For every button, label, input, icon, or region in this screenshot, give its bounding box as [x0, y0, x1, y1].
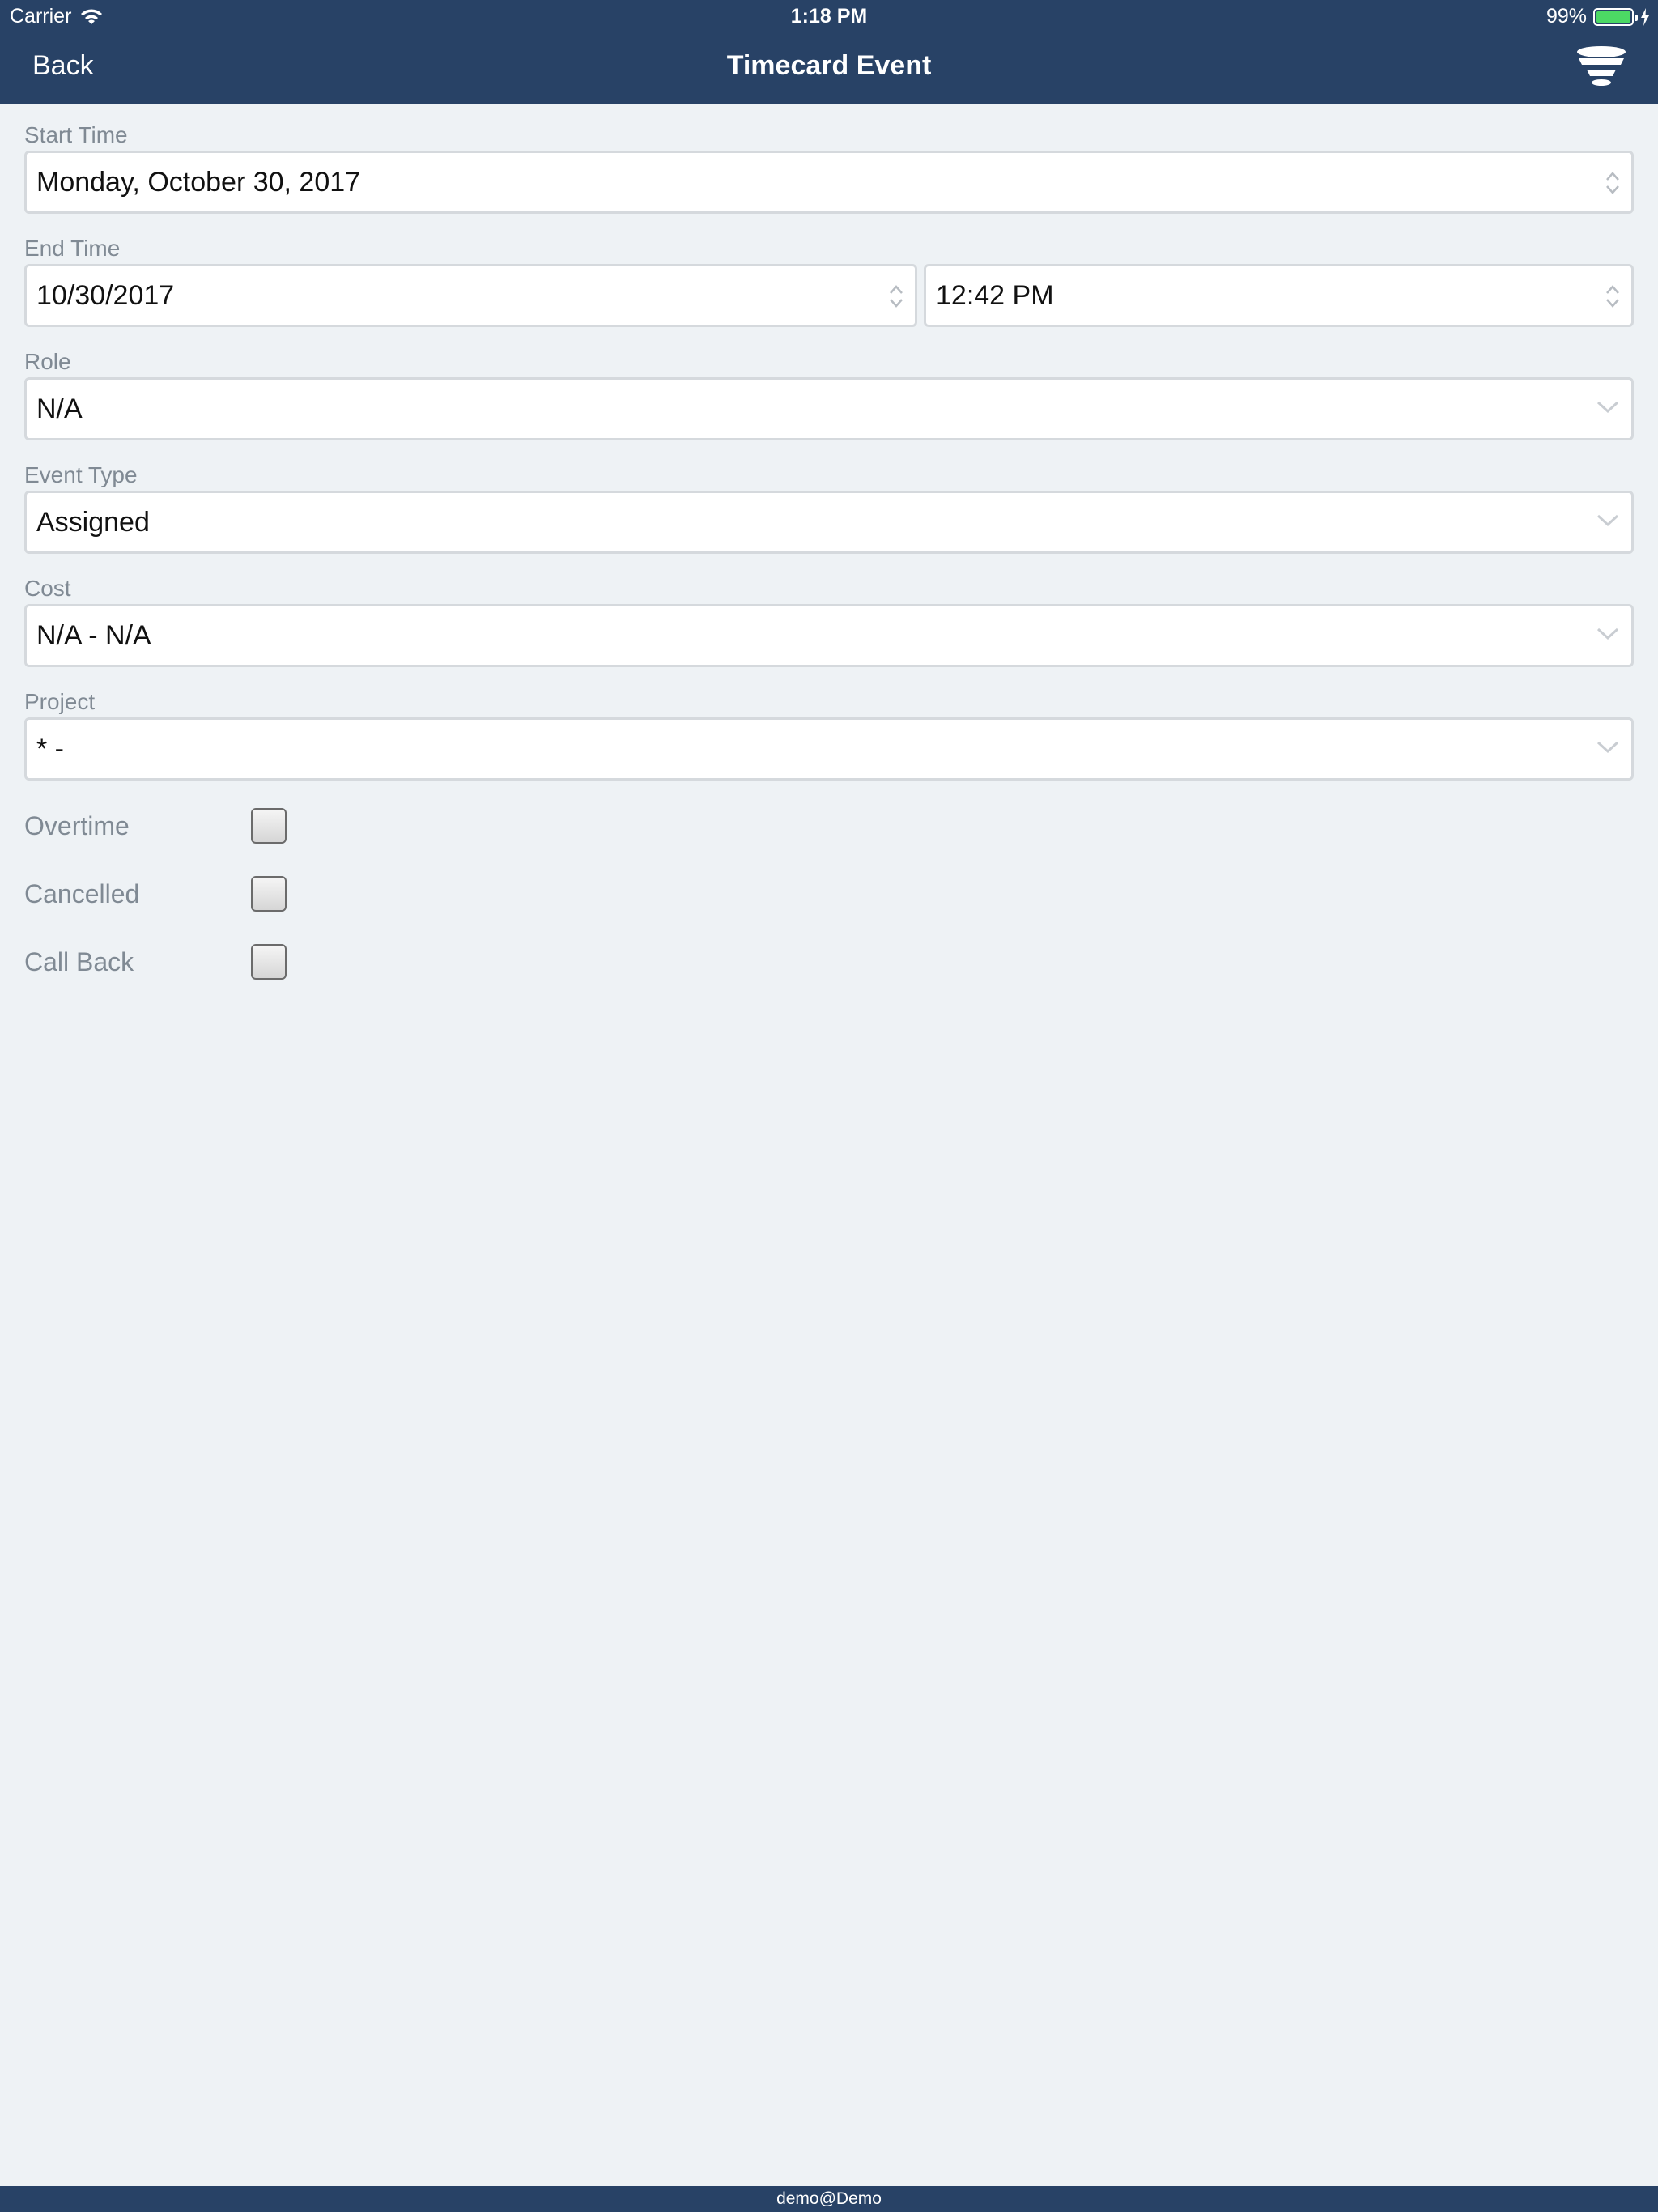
end-time-value: 12:42 PM [936, 280, 1054, 311]
chevron-down-icon [1596, 514, 1619, 527]
cost-select[interactable]: N/A - N/A [24, 604, 1634, 667]
project-select[interactable]: * - [24, 717, 1634, 781]
chevron-down-icon [1596, 741, 1619, 754]
overtime-checkbox[interactable] [251, 808, 287, 844]
end-date-value: 10/30/2017 [36, 280, 175, 311]
page-title: Timecard Event [726, 50, 932, 81]
overtime-label: Overtime [24, 810, 130, 840]
start-time-picker[interactable]: Monday, October 30, 2017 [24, 151, 1634, 214]
project-value: * - [36, 734, 64, 764]
event-type-label: Event Type [24, 462, 138, 487]
start-time-value: Monday, October 30, 2017 [36, 167, 361, 198]
cancelled-label: Cancelled [24, 878, 140, 908]
overtime-row: Overtime [24, 792, 1634, 860]
battery-level [1596, 11, 1630, 23]
logged-in-user: demo@Demo [776, 2189, 882, 2208]
cost-label: Cost [24, 576, 71, 601]
stepper-arrows-icon [1606, 285, 1619, 308]
event-type-value: Assigned [36, 507, 150, 538]
stepper-arrows-icon [1606, 172, 1619, 194]
chevron-down-icon [1596, 627, 1619, 640]
call-back-row: Call Back [24, 928, 1634, 996]
cancelled-row: Cancelled [24, 860, 1634, 928]
battery-percent: 99% [1545, 5, 1587, 28]
call-back-label: Call Back [24, 946, 134, 976]
charging-bolt-icon [1641, 7, 1649, 26]
app-header: Carrier 1:18 PM 99% Back Timecard Event [0, 0, 1658, 104]
cost-value: N/A - N/A [36, 620, 151, 651]
end-time-row: 10/30/2017 12:42 PM [24, 264, 1634, 327]
role-select[interactable]: N/A [24, 377, 1634, 440]
cancelled-checkbox[interactable] [251, 876, 287, 912]
stack-layers-icon[interactable] [1574, 44, 1629, 89]
status-time: 1:18 PM [790, 5, 868, 28]
project-label: Project [24, 689, 96, 714]
start-time-label: Start Time [24, 122, 128, 147]
end-date-picker[interactable]: 10/30/2017 [24, 264, 917, 327]
footer-user-bar: demo@Demo [0, 2186, 1658, 2212]
event-type-select[interactable]: Assigned [24, 491, 1634, 554]
call-back-checkbox[interactable] [251, 944, 287, 980]
stepper-arrows-icon [890, 285, 903, 308]
chevron-down-icon [1596, 401, 1619, 414]
role-label: Role [24, 349, 71, 374]
navigation-bar: Back Timecard Event [0, 32, 1658, 104]
end-time-picker[interactable]: 12:42 PM [924, 264, 1634, 327]
battery-icon [1593, 7, 1638, 26]
end-time-label: End Time [24, 236, 121, 261]
role-value: N/A [36, 393, 83, 424]
timecard-form: Start Time Monday, October 30, 2017 End … [24, 104, 1634, 996]
status-bar: Carrier 1:18 PM 99% [0, 0, 1658, 32]
battery-info: 99% [1546, 5, 1650, 28]
